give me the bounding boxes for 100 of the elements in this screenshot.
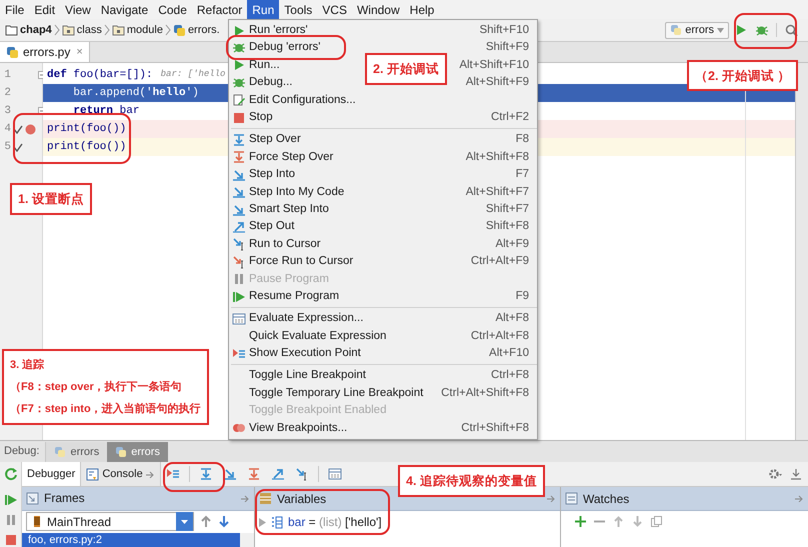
python-file-icon bbox=[172, 24, 186, 36]
menu-item[interactable]: Evaluate Expression... bbox=[232, 310, 364, 328]
menu-item[interactable]: Quick Evaluate Expression bbox=[232, 328, 386, 346]
menu-bar-item[interactable]: VCS bbox=[317, 0, 352, 19]
resume-icon bbox=[232, 290, 246, 304]
stop-icon[interactable] bbox=[4, 533, 18, 547]
menu-item[interactable]: Toggle Line Breakpoint bbox=[232, 367, 366, 385]
menu-item[interactable]: Stop bbox=[232, 108, 273, 126]
step-into-icon bbox=[232, 202, 246, 217]
run-to-cursor-icon[interactable] bbox=[294, 467, 309, 481]
shortcut-text: Ctrl+Shift+F8 bbox=[461, 420, 529, 436]
down-arrow-icon[interactable] bbox=[218, 515, 230, 528]
calculator-icon[interactable] bbox=[328, 467, 342, 481]
force-step-over-icon[interactable] bbox=[246, 467, 261, 481]
shortcut-text: Ctrl+Alt+F9 bbox=[470, 254, 529, 270]
folder-icon bbox=[5, 24, 18, 36]
edit-configurations-icon bbox=[232, 93, 246, 108]
breadcrumb-item[interactable]: module bbox=[110, 22, 164, 38]
pin-icon bbox=[547, 495, 556, 502]
force-step-over-icon bbox=[232, 150, 246, 164]
step-over-icon[interactable] bbox=[198, 467, 213, 481]
step-into-icon[interactable] bbox=[222, 467, 237, 481]
chevron-icon bbox=[104, 24, 110, 36]
console-icon bbox=[86, 468, 100, 480]
menu-item[interactable]: Show Execution Point bbox=[232, 345, 361, 362]
menu-item[interactable]: Step Into bbox=[232, 166, 296, 184]
code-line: bar.append('hello') bbox=[72, 86, 199, 101]
chevron-icon bbox=[164, 24, 171, 36]
editor-tab[interactable]: errors.py × bbox=[0, 42, 90, 62]
menu-item[interactable]: Force Step Over bbox=[232, 148, 334, 166]
resume-icon[interactable] bbox=[4, 493, 18, 507]
gear-icon[interactable] bbox=[768, 467, 782, 481]
menu-bar-item[interactable]: Tools bbox=[279, 0, 318, 19]
menu-item[interactable]: Run... bbox=[232, 56, 280, 74]
menu-item[interactable]: Step Out bbox=[232, 218, 294, 236]
debugger-tab[interactable]: Console bbox=[81, 462, 161, 486]
menu-item[interactable]: Debug... bbox=[232, 74, 292, 92]
shortcut-text: Shift+F9 bbox=[486, 40, 529, 56]
menu-bar-item[interactable]: Code bbox=[153, 0, 192, 19]
scrollbar[interactable] bbox=[795, 63, 808, 440]
frame-row[interactable]: foo, errors.py:2 bbox=[22, 533, 240, 547]
menu-item[interactable]: Debug 'errors' bbox=[232, 39, 321, 57]
menu-item[interactable]: Force Run to Cursor bbox=[232, 253, 354, 270]
menu-item[interactable]: Toggle Temporary Line Breakpoint bbox=[232, 384, 424, 402]
minimize-icon[interactable] bbox=[790, 467, 802, 481]
menu-bar-item[interactable]: Run bbox=[247, 0, 280, 19]
debugger-tab[interactable]: Debugger bbox=[22, 462, 82, 486]
rerun-icon[interactable] bbox=[4, 467, 18, 481]
python-file-icon bbox=[670, 24, 682, 36]
menu-item[interactable]: Smart Step Into bbox=[232, 200, 329, 218]
step-out-icon bbox=[232, 220, 246, 234]
step-out-icon[interactable] bbox=[270, 467, 285, 481]
inline-value-hint: bar: ['hello bbox=[160, 68, 226, 82]
menu-bar-item[interactable]: Help bbox=[404, 0, 440, 19]
breadcrumb-item[interactable]: errors. bbox=[172, 22, 221, 38]
annotation-text: 4. 追踪待观察的变量值 bbox=[406, 473, 537, 490]
menu-item[interactable]: Step Into My Code bbox=[232, 184, 344, 201]
caret-icon bbox=[717, 28, 724, 32]
execution-point-icon[interactable] bbox=[166, 467, 180, 481]
copy-icon[interactable] bbox=[651, 516, 662, 526]
run-configuration-dropdown[interactable]: errors bbox=[665, 22, 729, 38]
menu-bar-item[interactable]: Window bbox=[352, 0, 405, 19]
package-icon bbox=[112, 24, 125, 36]
menu-item[interactable]: View Breakpoints... bbox=[232, 420, 348, 437]
bug-icon bbox=[232, 41, 246, 56]
shortcut-text: Alt+F10 bbox=[489, 346, 529, 362]
shortcut-text: Alt+Shift+F9 bbox=[466, 75, 529, 90]
menu-bar-item[interactable]: View bbox=[60, 0, 96, 19]
breakpoint-icon[interactable] bbox=[24, 124, 36, 134]
breadcrumb-item[interactable]: chap4 bbox=[4, 22, 53, 38]
shortcut-text: Alt+F9 bbox=[495, 236, 529, 252]
menu-item[interactable]: Edit Configurations... bbox=[232, 92, 356, 109]
menu-item[interactable]: Step Over bbox=[232, 131, 301, 149]
thread-dropdown[interactable]: MainThread bbox=[26, 512, 194, 532]
menu-bar-item[interactable]: Navigate bbox=[96, 0, 154, 19]
add-icon[interactable] bbox=[575, 516, 586, 526]
menu-bar-item[interactable]: Refactor bbox=[192, 0, 248, 19]
line-number: 5 bbox=[3, 140, 11, 155]
debug-session-tab[interactable]: errors bbox=[45, 442, 108, 462]
close-tab-button[interactable]: × bbox=[76, 44, 83, 60]
run-icon[interactable] bbox=[735, 24, 747, 36]
menu-item[interactable]: Resume Program bbox=[232, 288, 340, 306]
line-number: 1 bbox=[3, 68, 11, 83]
pause-icon bbox=[232, 272, 246, 286]
up-arrow-icon[interactable] bbox=[613, 516, 624, 526]
down-arrow-icon[interactable] bbox=[632, 516, 643, 526]
expand-arrow-icon[interactable] bbox=[259, 518, 266, 526]
up-arrow-icon[interactable] bbox=[200, 515, 212, 528]
menu-bar-item[interactable]: File bbox=[0, 0, 30, 19]
chevron-icon bbox=[54, 24, 60, 36]
menu-bar-item[interactable]: Edit bbox=[29, 0, 60, 19]
search-icon[interactable] bbox=[785, 24, 798, 36]
menu-item[interactable]: Run 'errors' bbox=[232, 22, 308, 40]
shortcut-text: Shift+F10 bbox=[479, 23, 529, 38]
bug-icon[interactable] bbox=[755, 24, 768, 36]
pin-icon bbox=[146, 470, 155, 478]
stop-icon bbox=[232, 110, 246, 125]
breadcrumb-item[interactable]: class bbox=[60, 22, 103, 38]
variable-entry[interactable]: bar = (list) ['hello'] bbox=[288, 513, 382, 531]
menu-item[interactable]: Run to Cursor bbox=[232, 236, 321, 254]
